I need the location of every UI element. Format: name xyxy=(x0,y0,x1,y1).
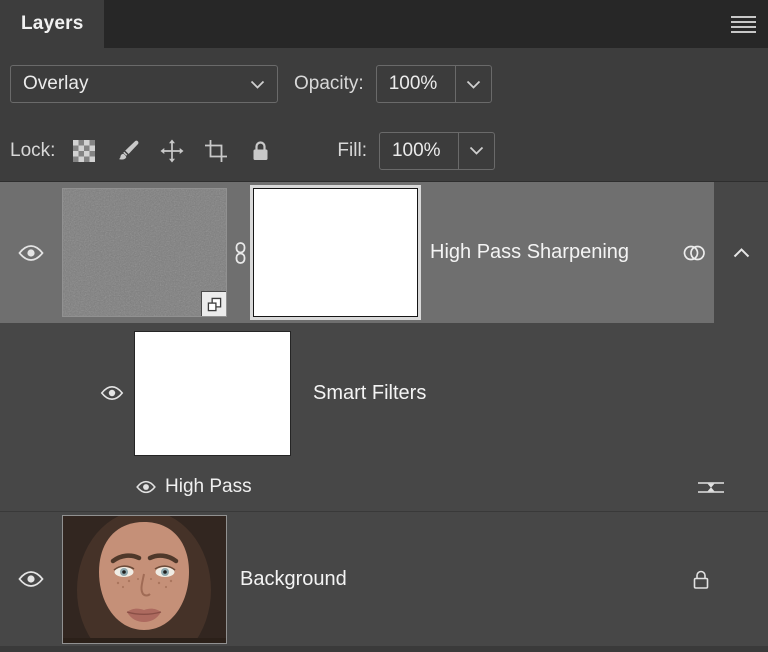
lock-options xyxy=(71,138,273,164)
panel-menu-button[interactable] xyxy=(728,13,758,35)
filter-name-high-pass[interactable]: High Pass xyxy=(165,476,252,498)
smart-filter-indicator-icon[interactable] xyxy=(681,243,707,263)
layer-list: High Pass Sharpening Smart Filters High … xyxy=(0,182,768,652)
slider-lines-icon xyxy=(698,481,724,493)
layer-row-high-pass-sharpening[interactable]: High Pass Sharpening xyxy=(0,182,768,323)
smart-object-badge-icon xyxy=(201,291,226,316)
smart-filters-thumbnail[interactable] xyxy=(134,330,291,456)
lock-move-button[interactable] xyxy=(159,138,185,164)
lock-artboard-button[interactable] xyxy=(203,138,229,164)
mask-link-toggle[interactable] xyxy=(227,241,254,264)
eye-icon xyxy=(136,480,156,494)
smart-filters-label: Smart Filters xyxy=(313,381,427,404)
opacity-dropdown-button[interactable] xyxy=(454,66,491,102)
blend-mode-value: Overlay xyxy=(23,73,89,94)
eye-icon xyxy=(18,571,44,587)
opacity-value-field[interactable]: 100% xyxy=(377,66,455,102)
layer-mask-thumbnail[interactable] xyxy=(254,189,417,316)
padlock-icon xyxy=(253,140,268,160)
layer-thumbnail-high-pass-sharpening[interactable] xyxy=(62,188,227,317)
visibility-toggle-high-pass-filter[interactable] xyxy=(136,480,156,494)
panel-tab-bar: Layers xyxy=(0,0,768,48)
collapse-smart-filters-button[interactable] xyxy=(733,247,750,258)
smart-filters-row[interactable]: Smart Filters xyxy=(0,323,768,463)
background-lock-icon[interactable] xyxy=(692,569,710,590)
chevron-up-icon xyxy=(733,247,749,257)
chevron-down-icon xyxy=(466,80,480,89)
layer-name-high-pass-sharpening: High Pass Sharpening xyxy=(430,241,630,263)
blend-mode-dropdown[interactable]: Overlay xyxy=(10,65,278,103)
crop-frame-icon xyxy=(205,139,228,162)
fill-dropdown[interactable]: 100% xyxy=(378,131,495,170)
fill-dropdown-button[interactable] xyxy=(457,132,494,169)
panel-bottom-edge xyxy=(0,646,768,652)
chain-link-icon xyxy=(235,241,246,264)
layer-name-background: Background xyxy=(240,567,347,590)
layer-thumbnail-background[interactable] xyxy=(62,514,227,644)
tab-layers-label: Layers xyxy=(21,13,84,34)
lock-transparency-button[interactable] xyxy=(71,138,97,164)
tab-layers[interactable]: Layers xyxy=(0,0,105,48)
filter-row-high-pass[interactable]: High Pass xyxy=(0,463,768,511)
layers-panel: Layers Overlay Opacity: 100% Lock: Fill:… xyxy=(0,0,768,652)
smart-filter-collapse-cell xyxy=(714,182,768,323)
padlock-outline-icon xyxy=(693,570,709,589)
visibility-toggle-background[interactable] xyxy=(0,570,62,588)
selected-layer-highlight: High Pass Sharpening xyxy=(0,182,714,323)
chevron-down-icon xyxy=(469,146,484,155)
visibility-toggle-high-pass-sharpening[interactable] xyxy=(0,244,62,262)
move-arrows-icon xyxy=(160,139,184,162)
lock-label: Lock: xyxy=(10,139,56,161)
filter-blend-options-button[interactable] xyxy=(698,479,724,496)
fill-label: Fill: xyxy=(337,139,367,161)
opacity-label: Opacity: xyxy=(294,73,364,94)
eye-icon xyxy=(18,244,44,261)
layer-controls: Overlay Opacity: 100% Lock: Fill: 100% xyxy=(0,48,768,182)
eye-icon xyxy=(100,385,124,401)
portrait-thumbnail xyxy=(63,515,226,643)
hamburger-icon xyxy=(730,15,756,33)
visibility-toggle-smart-filters[interactable] xyxy=(100,385,134,401)
lock-all-button[interactable] xyxy=(247,138,273,164)
opacity-dropdown[interactable]: 100% xyxy=(375,65,492,103)
fill-value-field[interactable]: 100% xyxy=(380,133,458,169)
chevron-down-icon xyxy=(250,80,265,89)
layer-row-background[interactable]: Background xyxy=(0,511,768,646)
lock-paint-button[interactable] xyxy=(115,138,141,164)
brush-icon xyxy=(119,140,139,159)
checkerboard-icon xyxy=(73,139,96,162)
